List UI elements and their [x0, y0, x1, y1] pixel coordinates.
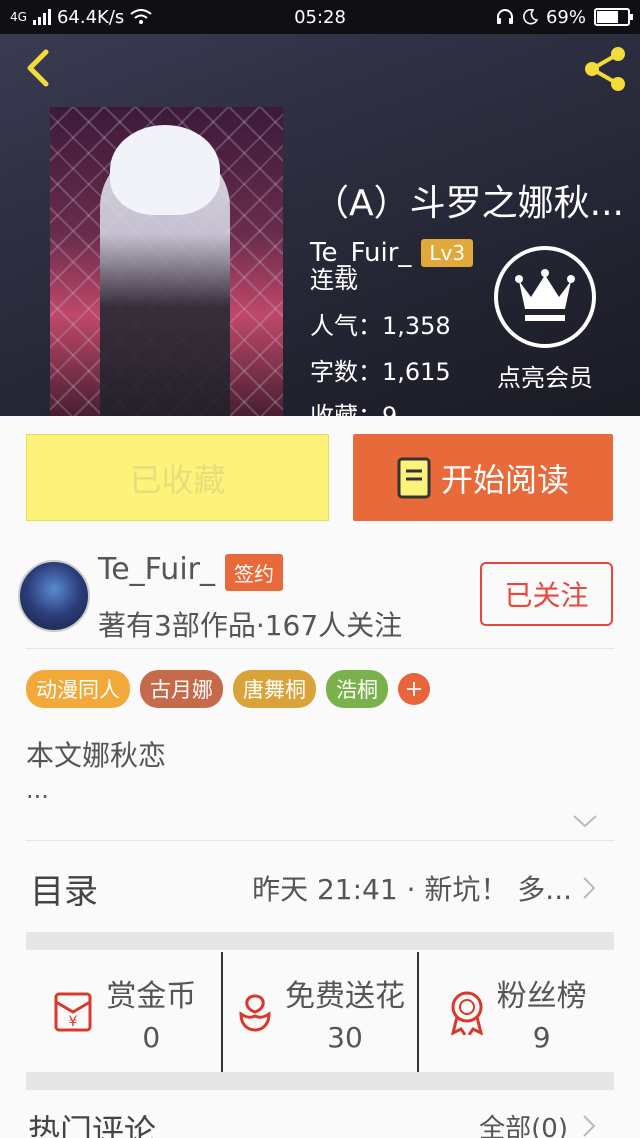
- book-cover[interactable]: [50, 107, 283, 416]
- latest-chapter: 昨天 21:41 · 新坑！ 多...: [252, 873, 572, 906]
- wifi-icon: [130, 9, 152, 24]
- fan-ranking-count: 9: [532, 1020, 551, 1054]
- signal-icon: [32, 9, 51, 25]
- all-comments-link[interactable]: 全部(0): [479, 1108, 568, 1138]
- tag-item[interactable]: 浩桐: [326, 670, 388, 708]
- battery-percent: 69%: [545, 6, 586, 28]
- author-card-info: 著有3部作品·167人关注: [98, 609, 403, 642]
- crown-icon: [494, 246, 596, 348]
- chevron-left-icon: [27, 49, 49, 87]
- battery-icon: [594, 8, 633, 26]
- fan-ranking-label: 粉丝榜: [496, 978, 587, 1014]
- cover-hair: [110, 125, 220, 215]
- main-content: 已收藏 开始阅读 Te_Fuir_ 签约 著有3部作品·167人关注 已关注 动…: [0, 416, 640, 1138]
- back-button[interactable]: [18, 46, 62, 90]
- chevron-right-icon: [583, 1115, 596, 1137]
- status-bar: 4G 64.4K/s 05:28 69%: [0, 0, 640, 34]
- level-badge: Lv3: [421, 239, 474, 267]
- vip-button[interactable]: 点亮会员: [485, 246, 605, 393]
- section-separator: [26, 932, 614, 950]
- author-card-name[interactable]: Te_Fuir_: [98, 552, 215, 587]
- clock: 05:28: [294, 6, 346, 28]
- send-flower-label: 免费送花: [285, 978, 405, 1014]
- headset-icon: [496, 9, 513, 24]
- svg-text:¥: ¥: [69, 1014, 78, 1030]
- medal-icon: [450, 991, 483, 1035]
- hot-comments-header: 热门评论 全部(0): [0, 1106, 640, 1138]
- book-header: （A）斗罗之娜秋... Te_Fuir_ Lv3 连载 人气：1,358 字数：…: [0, 34, 640, 416]
- signed-badge: 签约: [225, 554, 283, 591]
- description-text: 本文娜秋恋: [26, 739, 167, 772]
- chevron-down-icon[interactable]: [572, 812, 598, 830]
- network-label: 4G: [10, 10, 27, 24]
- tag-item[interactable]: 古月娜: [140, 670, 223, 708]
- book-icon: [397, 457, 431, 498]
- send-flower-count: 30: [327, 1020, 363, 1054]
- author-card: Te_Fuir_ 签约 著有3部作品·167人关注 已关注: [0, 548, 640, 658]
- follow-button[interactable]: 已关注: [480, 562, 613, 626]
- chevron-right-icon: [583, 877, 596, 899]
- moon-icon: [523, 9, 538, 25]
- section-separator: [26, 1072, 614, 1090]
- book-popularity: 人气：1,358: [310, 312, 451, 340]
- book-favorites: 收藏：9: [310, 402, 398, 416]
- favorite-button[interactable]: 已收藏: [26, 434, 329, 521]
- flower-icon: [239, 994, 271, 1032]
- action-bar: ¥ 赏金币 0 免费送花 30 粉丝榜 9: [26, 952, 614, 1072]
- send-flower-button[interactable]: 免费送花 30: [220, 952, 418, 1072]
- red-envelope-icon: ¥: [54, 992, 92, 1032]
- book-word-count: 字数：1,615: [310, 358, 451, 386]
- tag-item[interactable]: 唐舞桐: [233, 670, 316, 708]
- tag-list: 动漫同人 古月娜 唐舞桐 浩桐 +: [26, 670, 430, 708]
- vip-label: 点亮会员: [497, 364, 593, 392]
- tag-item[interactable]: 动漫同人: [26, 670, 130, 708]
- reward-coins-button[interactable]: ¥ 赏金币 0: [26, 952, 221, 1072]
- reward-coins-label: 赏金币: [106, 978, 197, 1014]
- book-state: 连载: [310, 266, 358, 294]
- fan-ranking-button[interactable]: 粉丝榜 9: [417, 952, 614, 1072]
- table-of-contents-row[interactable]: 目录 昨天 21:41 · 新坑！ 多...: [0, 840, 640, 936]
- toc-label: 目录: [30, 871, 98, 912]
- description-ellipsis: ...: [26, 776, 49, 804]
- add-tag-button[interactable]: +: [398, 673, 430, 705]
- network-speed: 64.4K/s: [56, 6, 125, 28]
- share-button[interactable]: [580, 44, 630, 94]
- avatar[interactable]: [18, 560, 90, 632]
- book-title: （A）斗罗之娜秋...: [313, 183, 624, 224]
- reward-coins-count: 0: [142, 1020, 161, 1054]
- start-reading-button[interactable]: 开始阅读: [353, 434, 613, 521]
- divider: [26, 648, 614, 649]
- hot-comments-label: 热门评论: [28, 1112, 157, 1138]
- start-reading-label: 开始阅读: [440, 460, 569, 499]
- share-icon: [585, 47, 625, 91]
